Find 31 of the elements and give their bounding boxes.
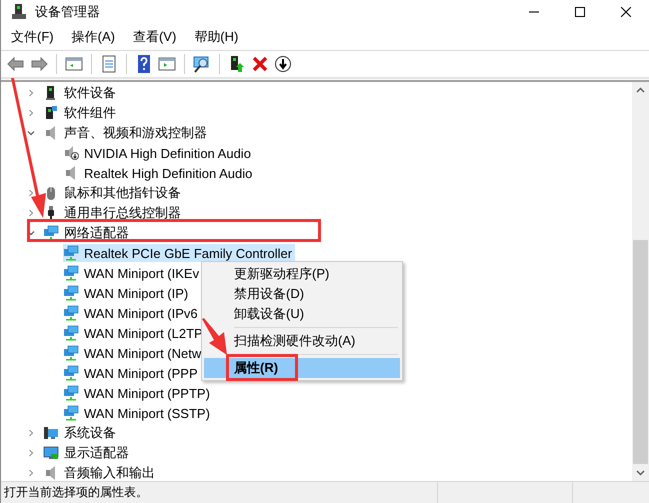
tree-item[interactable]: 通用串行总线控制器 — [43, 204, 184, 222]
tree-item[interactable]: WAN Miniport (IKEv — [63, 264, 202, 282]
menu-item[interactable]: 操作(A) — [66, 28, 121, 46]
tree-item[interactable]: WAN Miniport (PPTP) — [63, 384, 213, 402]
tree-item[interactable]: WAN Miniport (IPv6 — [63, 304, 201, 322]
menu-item[interactable]: 禁用设备(D) — [204, 284, 400, 304]
tree-item[interactable]: NVIDIA High Definition Audio — [63, 144, 254, 162]
tree-item[interactable]: WAN Miniport (Netw — [63, 344, 204, 362]
tree-item[interactable]: 网络适配器 — [43, 224, 132, 242]
menu-item[interactable]: 卸载设备(U) — [204, 304, 400, 324]
tree-item[interactable]: WAN Miniport (IP) — [63, 284, 192, 302]
tree-item[interactable]: WAN Miniport (L2TP — [63, 324, 206, 342]
tree-item[interactable]: 软件设备 — [43, 84, 119, 102]
menu-item[interactable]: 查看(V) — [126, 28, 182, 46]
menu-item[interactable]: 帮助(H) — [188, 28, 244, 46]
tree-item[interactable]: WAN Miniport (PPP — [63, 364, 201, 382]
tree-item[interactable]: 系统设备 — [43, 424, 119, 442]
tree-item[interactable]: 鼠标和其他指针设备 — [43, 184, 184, 202]
window-title: 设备管理器 — [35, 3, 100, 21]
tree-item[interactable]: WAN Miniport (SSTP) — [63, 404, 213, 422]
menu-item[interactable]: 属性(R) — [204, 358, 400, 378]
menu-item[interactable]: 更新驱动程序(P) — [204, 264, 400, 284]
tree-item[interactable]: Realtek PCIe GbE Family Controller — [63, 244, 296, 262]
tree-item[interactable]: 声音、视频和游戏控制器 — [43, 124, 210, 142]
tree-item[interactable]: 音频输入和输出 — [43, 464, 158, 482]
status-text: 打开当前选择项的属性表。 — [3, 484, 149, 501]
menu-item[interactable]: 文件(F) — [5, 28, 60, 46]
tree-item[interactable]: 软件组件 — [43, 104, 119, 122]
menu-item[interactable]: 扫描检测硬件改动(A) — [204, 331, 400, 351]
tree-item[interactable]: Realtek High Definition Audio — [63, 164, 256, 182]
tree-item[interactable]: 显示适配器 — [43, 444, 132, 462]
